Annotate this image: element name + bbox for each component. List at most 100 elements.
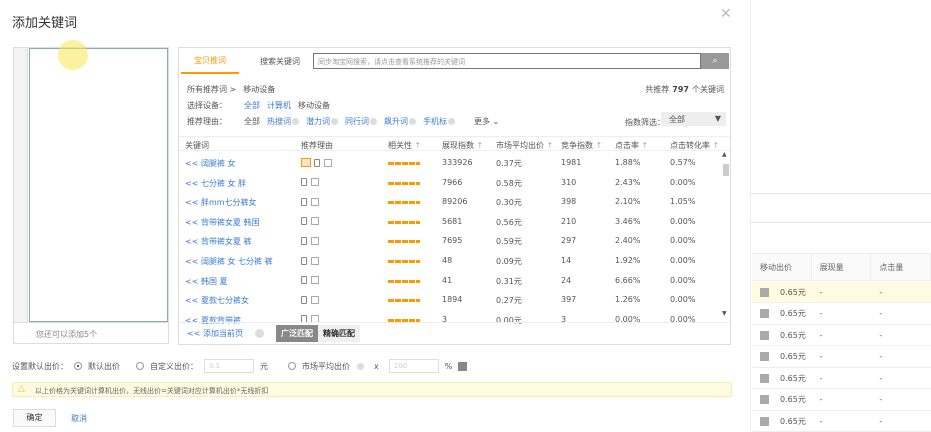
clicks-cell: - (879, 395, 883, 404)
reason-potential[interactable]: 潜力词 (306, 116, 338, 127)
table-header: 关键词 推荐理由 相关性 ↑ 展现指数 ↑ 市场平均出价 ↑ 竞争指数 ↑ 点击率 ↑ 点击转… (179, 136, 730, 151)
impressions-cell: - (819, 416, 823, 426)
mobile-bid-cell[interactable]: 0.65元 (752, 308, 812, 319)
column-header[interactable]: 展现指数 ↑ (442, 140, 483, 151)
confirm-button[interactable]: 确定 (13, 409, 56, 427)
keyword-link[interactable]: << 背带裤女夏 裤 (185, 236, 252, 247)
cell-cvr: 0.00% (670, 236, 696, 246)
help-icon[interactable] (254, 329, 264, 338)
table-row: 0.65元 - - (752, 325, 931, 346)
percent-input[interactable]: 100 (388, 359, 439, 373)
relevance-bar (388, 295, 420, 304)
radio-custom-bid[interactable] (136, 362, 144, 370)
index-filter-label: 指数筛选： (625, 118, 665, 127)
search-input[interactable]: 同步淘宝网搜索，请点击查看系统推荐的关键词 (313, 53, 701, 69)
device-pc[interactable]: 计算机 (267, 100, 291, 111)
reason-mobile[interactable]: 手机标 (423, 116, 455, 127)
cell-comp: 210 (561, 216, 577, 226)
cell-comp: 24 (561, 275, 572, 285)
reason-icons (301, 217, 322, 226)
device-all[interactable]: 全部 (244, 100, 260, 111)
keyword-link[interactable]: << 胖mm七分裤女 (185, 197, 257, 208)
column-header[interactable]: 推荐理由 (301, 140, 333, 151)
table-row: << 韩国 夏 41 0.31元 24 6.66% 0.00% (179, 271, 719, 291)
mobile-bid-cell[interactable]: 0.65元 (752, 373, 812, 384)
warning-icon: △ (18, 384, 25, 394)
add-current-page-button[interactable]: << 添加当前页 (187, 328, 243, 339)
mobile-bid-cell[interactable]: 0.65元 (752, 330, 812, 341)
edit-icon (760, 287, 769, 297)
scrollbar-thumb[interactable] (723, 164, 729, 176)
table-row: << 背带裤女夏 裤 7695 0.59元 297 2.40% 0.00% (179, 231, 719, 251)
keyword-link[interactable]: << 阔腿裤 女 (185, 158, 236, 169)
column-header[interactable]: 相关性 ↑ (388, 140, 421, 151)
reason-icons (301, 276, 322, 285)
exact-match-button[interactable]: 精确匹配 (317, 325, 360, 342)
table-row: 0.65元 - - (752, 282, 931, 303)
relevance-bar (388, 178, 420, 187)
keyword-link[interactable]: << 阔腿裤 女 七分裤 裤 (185, 256, 273, 267)
reason-peer[interactable]: 同行词 (345, 116, 377, 127)
mobile-icon (301, 276, 307, 285)
more-button[interactable]: 更多 ⌄ (474, 116, 499, 127)
warning-bar: △ 以上价格为关键词计算机出价，无线出价=关键词对应计算机出价*无线折扣 (12, 382, 732, 397)
pc-icon (311, 217, 319, 226)
default-bid-options: 设置默认出价： 默认出价 自定义出价： 0.1 元 市场平均出价 x 100% (12, 359, 468, 373)
keyword-link[interactable]: << 七分裤 女 胖 (185, 178, 246, 189)
column-header[interactable]: 展现量 (812, 254, 872, 280)
cancel-button[interactable]: 取消 (71, 413, 87, 424)
radio-default-bid[interactable] (74, 362, 82, 370)
close-icon[interactable]: ✕ (720, 6, 732, 22)
search-icon[interactable]: ⌕ (701, 53, 729, 69)
tab-search-keyword[interactable]: 搜索关键词 (245, 48, 315, 74)
recommend-panel: 宝贝推词 搜索关键词 同步淘宝网搜索，请点击查看系统推荐的关键词 ⌕ 所有推荐词… (178, 47, 731, 345)
keyword-editor[interactable] (13, 47, 169, 323)
pc-icon (311, 276, 319, 285)
impressions-cell: - (819, 287, 823, 297)
keyword-link[interactable]: << 夏款七分裤女 (185, 295, 249, 306)
mobile-bid-cell[interactable]: 0.65元 (752, 351, 812, 362)
reason-icons (301, 197, 322, 206)
cursor-highlight (58, 40, 88, 70)
mobile-bid-cell[interactable]: 0.65元 (752, 394, 812, 405)
mobile-bid-cell[interactable]: 0.65元 (752, 416, 812, 427)
keyword-link[interactable]: << 背带裤女夏 韩国 (185, 217, 260, 228)
reason-all[interactable]: 全部 (244, 116, 260, 127)
pc-icon (311, 256, 319, 265)
mobile-icon (314, 158, 320, 167)
broad-match-button[interactable]: 广泛匹配 (275, 325, 318, 342)
calculator-icon[interactable] (458, 361, 468, 371)
custom-bid-input[interactable]: 0.1 (204, 359, 254, 373)
cell-ctr: 6.66% (615, 275, 641, 285)
tab-item-recommend[interactable]: 宝贝推词 (181, 48, 239, 74)
cell-cvr: 0.00% (670, 256, 696, 265)
column-header[interactable]: 移动出价 (752, 254, 812, 280)
sort-icon: ↑ (595, 141, 603, 150)
bid-label: 设置默认出价： (12, 361, 68, 371)
market-bid-label: 市场平均出价 (302, 361, 350, 371)
reason-rising[interactable]: 飙升词 (384, 116, 416, 127)
column-header[interactable]: 点击转化率 ↑ (670, 140, 719, 151)
column-header[interactable]: 点击量 (871, 254, 931, 280)
column-header[interactable]: 竞争指数 ↑ (561, 140, 602, 151)
column-header[interactable]: 点击率 ↑ (615, 140, 648, 151)
edit-icon (760, 330, 769, 340)
index-filter-select[interactable]: 全部 ▼ (661, 112, 726, 126)
background-table-header: 移动出价 展现量 点击量 (752, 253, 931, 281)
keyword-textarea[interactable] (29, 48, 168, 322)
breadcrumb-root[interactable]: 所有推荐词 > (187, 84, 236, 95)
column-header[interactable]: 关键词 (185, 140, 209, 151)
reason-icons (301, 256, 322, 265)
keyword-link[interactable]: << 韩国 夏 (185, 276, 228, 287)
reason-icons (301, 158, 335, 167)
radio-market-bid[interactable] (288, 362, 296, 370)
reason-hot[interactable]: 热搜词 (267, 116, 299, 127)
scrollbar[interactable]: ▲ ▼ (722, 151, 729, 317)
device-mobile[interactable]: 移动设备 (298, 100, 330, 111)
help-icon[interactable] (357, 362, 364, 370)
pc-icon (311, 178, 319, 187)
mobile-bid-cell[interactable]: 0.65元 (752, 287, 812, 298)
sort-icon: ↑ (476, 141, 484, 150)
column-header[interactable]: 市场平均出价 ↑ (496, 140, 553, 151)
cell-comp: 397 (561, 295, 577, 305)
